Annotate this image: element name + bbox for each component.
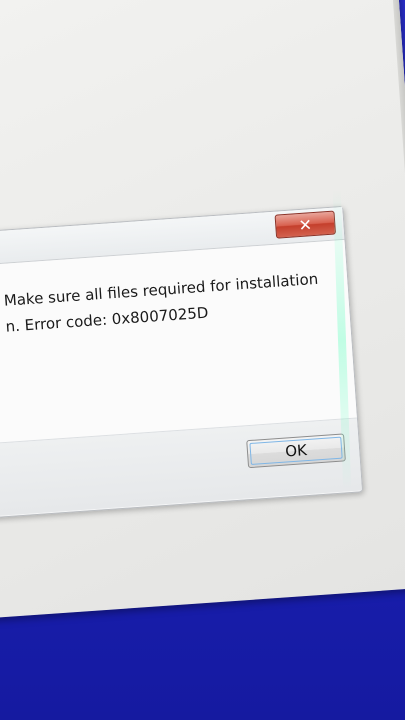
setup-window-border bbox=[387, 0, 405, 588]
error-message-line-2: n. Error code: 0x8007025D bbox=[5, 303, 209, 336]
close-button[interactable]: ✕ bbox=[274, 210, 337, 239]
error-dialog: ✕ Make sure all files required for insta… bbox=[0, 205, 364, 519]
dialog-content: Make sure all files required for install… bbox=[0, 239, 357, 445]
ok-button-label: OK bbox=[284, 441, 308, 461]
error-message: Make sure all files required for install… bbox=[3, 265, 336, 340]
close-icon: ✕ bbox=[297, 214, 313, 235]
ok-button[interactable]: OK bbox=[246, 433, 346, 469]
error-message-line-1: Make sure all files required for install… bbox=[3, 269, 319, 310]
